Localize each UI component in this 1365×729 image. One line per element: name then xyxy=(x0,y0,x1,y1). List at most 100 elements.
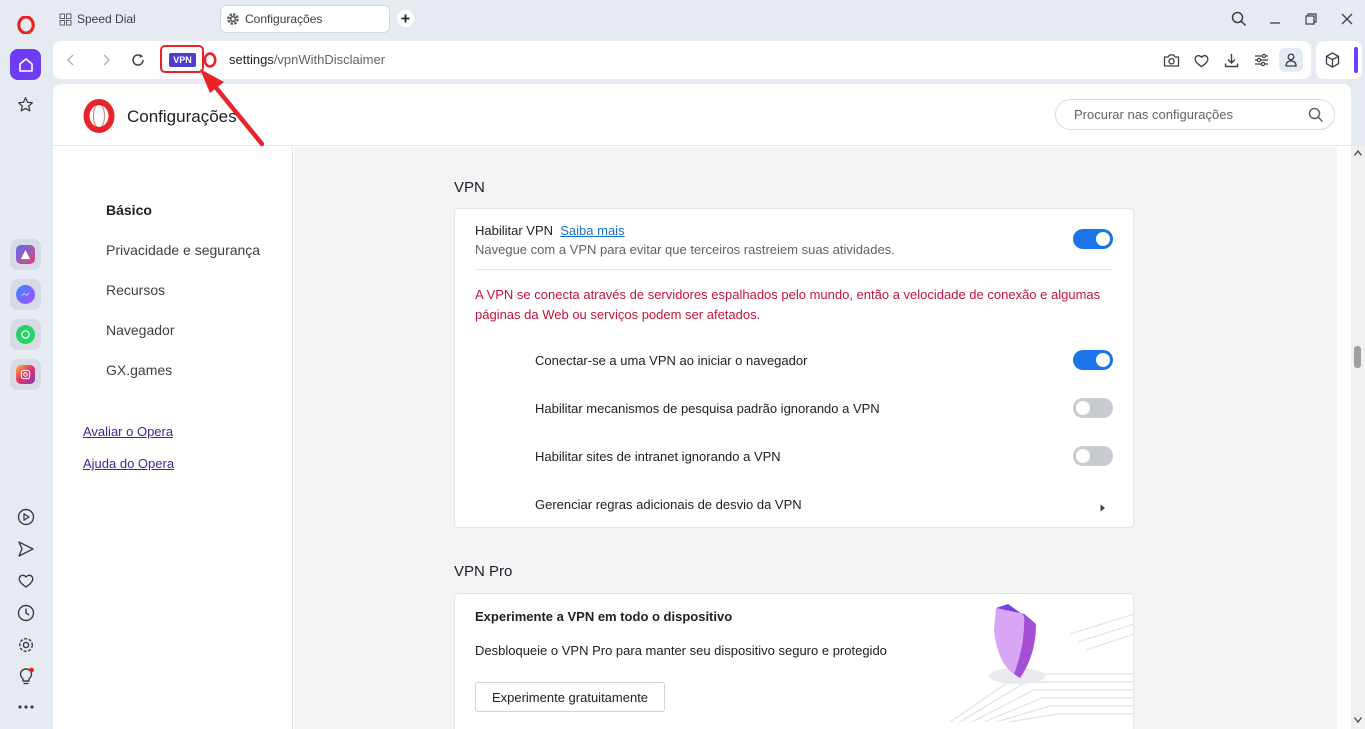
enable-vpn-label: Habilitar VPN xyxy=(475,223,554,238)
bypass-intranet-toggle[interactable] xyxy=(1073,446,1113,466)
close-window-button[interactable] xyxy=(1336,9,1358,29)
page-title: Configurações xyxy=(127,107,237,126)
download-icon xyxy=(1224,53,1238,67)
bypass-search-toggle[interactable] xyxy=(1073,398,1113,418)
vpn-pro-description: Desbloqueie o VPN Pro para manter seu di… xyxy=(475,643,887,658)
more-icon xyxy=(17,704,34,709)
minimize-button[interactable] xyxy=(1264,9,1286,29)
toggle-knob xyxy=(1096,353,1110,367)
opera-site-icon xyxy=(203,52,217,73)
scroll-down-icon xyxy=(1354,717,1362,723)
instagram-app-button[interactable] xyxy=(10,359,41,390)
my-flow-button[interactable] xyxy=(1191,51,1211,69)
sidebar-item-privacy[interactable]: Privacidade e segurança xyxy=(106,242,260,258)
opera-menu-button[interactable] xyxy=(10,9,41,40)
more-button[interactable] xyxy=(10,691,41,722)
minimize-icon xyxy=(1270,22,1280,24)
tips-button[interactable] xyxy=(10,661,41,692)
sidebar-item-features[interactable]: Recursos xyxy=(106,282,165,298)
tab-settings[interactable]: Configurações xyxy=(221,6,389,32)
vpn-on-startup-toggle[interactable] xyxy=(1073,350,1113,370)
star-icon xyxy=(18,97,33,112)
camera-icon xyxy=(1163,53,1179,67)
vpn-pro-card: Experimente a VPN em todo o dispositivo … xyxy=(454,593,1134,729)
sidebar-item-basic[interactable]: Básico xyxy=(106,202,152,218)
opera-logo-icon xyxy=(83,99,115,138)
user-icon xyxy=(1285,53,1297,67)
play-circle-icon xyxy=(17,508,34,525)
reload-button[interactable] xyxy=(129,51,147,69)
instagram-icon xyxy=(16,365,35,384)
easy-setup-button[interactable] xyxy=(1251,51,1271,69)
restore-button[interactable] xyxy=(1300,9,1322,29)
scroll-thumb[interactable] xyxy=(1354,346,1361,368)
page-scrollbar[interactable] xyxy=(1351,146,1365,729)
learn-more-link[interactable]: Saiba mais xyxy=(560,223,624,238)
aria-app-button[interactable] xyxy=(10,239,41,270)
clock-icon xyxy=(17,604,34,621)
settings-search[interactable] xyxy=(1055,99,1335,130)
vpn-pro-heading: Experimente a VPN em todo o dispositivo xyxy=(475,609,733,624)
bypass-search-label: Habilitar mecanismos de pesquisa padrão … xyxy=(535,401,880,416)
chevron-left-icon xyxy=(67,54,74,66)
search-icon xyxy=(1231,11,1247,27)
messenger-icon xyxy=(16,285,35,304)
messenger-app-button[interactable] xyxy=(10,279,41,310)
enable-vpn-description: Navegue com a VPN para evitar que tercei… xyxy=(475,242,895,257)
sidebar-accent-stripe xyxy=(1354,47,1358,73)
profile-button[interactable] xyxy=(1279,48,1303,72)
grid-icon xyxy=(59,13,72,26)
rate-opera-link[interactable]: Avaliar o Opera xyxy=(83,424,173,439)
chevron-right-icon xyxy=(1100,499,1106,517)
settings-sidebar: Básico Privacidade e segurança Recursos … xyxy=(53,147,293,729)
history-button[interactable] xyxy=(10,597,41,628)
enable-vpn-toggle[interactable] xyxy=(1073,229,1113,249)
sidebar-item-gxgames[interactable]: GX.games xyxy=(106,362,172,378)
toggle-knob xyxy=(1076,449,1090,463)
downloads-button[interactable] xyxy=(1221,51,1241,69)
forward-button[interactable] xyxy=(97,51,115,69)
home-button[interactable] xyxy=(10,49,41,80)
send-button[interactable] xyxy=(10,533,41,564)
cube-icon xyxy=(1325,52,1340,68)
shield-icon xyxy=(950,604,1134,722)
lightbulb-icon xyxy=(19,667,34,684)
settings-button[interactable] xyxy=(10,629,41,660)
sliders-icon xyxy=(1254,53,1268,67)
extensions-button[interactable] xyxy=(1325,52,1340,73)
sidebar-rail xyxy=(0,0,50,729)
new-tab-button[interactable] xyxy=(397,10,414,27)
bypass-intranet-label: Habilitar sites de intranet ignorando a … xyxy=(535,449,781,464)
snapshot-button[interactable] xyxy=(1161,51,1181,69)
chevron-right-icon xyxy=(103,54,110,66)
address-field[interactable]: settings/vpnWithDisclaimer xyxy=(229,52,385,67)
settings-content: VPN Habilitar VPN Saiba mais Navegue com… xyxy=(294,147,1337,729)
search-input[interactable] xyxy=(1074,107,1294,122)
manage-bypass-rules-row[interactable]: Gerenciar regras adicionais de desvio da… xyxy=(535,497,802,512)
url-host: settings xyxy=(229,52,274,67)
player-button[interactable] xyxy=(10,501,41,532)
sidebar-item-browser[interactable]: Navegador xyxy=(106,322,175,338)
settings-header: Configurações xyxy=(53,84,1351,146)
reload-icon xyxy=(132,54,144,66)
home-icon xyxy=(18,57,33,72)
back-button[interactable] xyxy=(62,51,80,69)
opera-help-link[interactable]: Ajuda do Opera xyxy=(83,456,174,471)
opera-logo-icon xyxy=(16,15,35,34)
annotation-highlight-box xyxy=(160,45,204,73)
vpn-warning-text: A VPN se conecta através de servidores e… xyxy=(475,287,1101,322)
tab-search-button[interactable] xyxy=(1228,9,1250,29)
gear-icon xyxy=(226,12,240,26)
try-free-button[interactable]: Experimente gratuitamente xyxy=(475,682,665,712)
heart-icon xyxy=(18,574,33,588)
bookmarks-button[interactable] xyxy=(10,89,41,120)
plus-icon xyxy=(401,14,410,23)
whatsapp-app-button[interactable] xyxy=(10,319,41,350)
heart-icon xyxy=(1194,54,1208,67)
tab-speed-dial[interactable]: Speed Dial xyxy=(57,6,217,32)
url-path: /vpnWithDisclaimer xyxy=(273,52,386,67)
vpn-pro-shield-illustration xyxy=(950,594,1134,722)
favorites-button[interactable] xyxy=(10,565,41,596)
vpn-section-title: VPN xyxy=(454,179,485,196)
aria-icon xyxy=(16,245,35,264)
